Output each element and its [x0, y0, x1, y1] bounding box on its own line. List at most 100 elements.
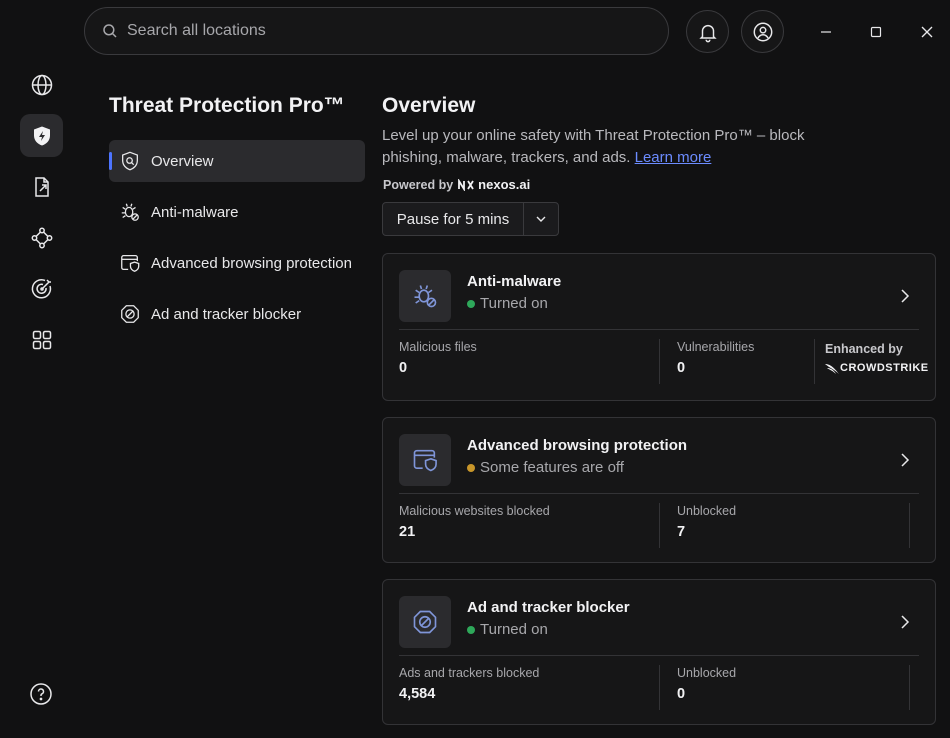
bell-icon [698, 24, 717, 42]
shield-bolt-icon [33, 126, 50, 145]
page-title: Overview [382, 94, 476, 117]
status-dot [467, 625, 475, 634]
card-icon-box [399, 434, 451, 486]
crowdstrike-logo: CROWDSTRIKE [825, 362, 929, 374]
crowdstrike-name: CROWDSTRIKE [840, 362, 929, 374]
search-icon [103, 24, 117, 38]
card-status: Turned on [467, 295, 548, 312]
stat-separator [659, 339, 660, 384]
card-icon-box [399, 270, 451, 322]
rail-item-apps[interactable] [20, 318, 63, 361]
shield-search-icon [122, 151, 138, 171]
falcon-icon [825, 364, 839, 374]
pause-control: Pause for 5 mins [382, 202, 559, 236]
chevron-right-icon [901, 289, 910, 303]
card-status-text: Some features are off [480, 459, 624, 476]
powered-by: Powered by nexos.ai [383, 177, 530, 192]
pause-dropdown-button[interactable] [524, 203, 558, 235]
status-dot [467, 463, 475, 472]
stat-unblocked: Unblocked 7 [677, 504, 736, 540]
nav-item-ad-blocker[interactable]: Ad and tracker blocker [109, 293, 365, 335]
minimize-button[interactable] [814, 20, 838, 44]
stat-label: Ads and trackers blocked [399, 666, 540, 680]
description-text: Level up your online safety with Threat … [382, 127, 805, 166]
nav-item-label: Anti-malware [151, 203, 239, 221]
nav-item-overview[interactable]: Overview [109, 140, 365, 182]
rail-item-file-share[interactable] [20, 165, 63, 208]
minimize-icon [821, 31, 831, 33]
nexos-logo-icon [458, 178, 474, 191]
nav-item-label: Ad and tracker blocker [151, 305, 302, 323]
help-icon[interactable] [29, 682, 53, 706]
card-status: Turned on [467, 621, 548, 638]
nexos-brand-name: nexos.ai [478, 177, 531, 192]
bug-icon [414, 285, 437, 308]
user-icon [753, 22, 772, 41]
ad-blocker-card[interactable]: Ad and tracker blocker Turned on Ads and… [382, 579, 936, 725]
target-icon [31, 278, 51, 299]
notifications-button[interactable] [686, 10, 729, 53]
nav-item-browsing-protection[interactable]: Advanced browsing protection [109, 242, 365, 284]
nav-item-anti-malware[interactable]: Anti-malware [109, 191, 365, 233]
stat-ads-blocked: Ads and trackers blocked 4,584 [399, 666, 539, 702]
stat-label: Malicious files [399, 340, 477, 354]
learn-more-link[interactable]: Learn more [635, 149, 712, 166]
stat-label: Vulnerabilities [677, 340, 755, 354]
stat-label: Malicious websites blocked [399, 504, 550, 518]
nav-item-label: Overview [151, 152, 214, 170]
card-title: Anti-malware [467, 273, 562, 290]
rail-item-vpn[interactable] [20, 63, 63, 106]
anti-malware-card[interactable]: Anti-malware Turned on Malicious files 0… [382, 253, 936, 401]
powered-by-label: Powered by [383, 177, 454, 192]
card-title: Advanced browsing protection [467, 437, 688, 454]
status-dot [467, 299, 475, 308]
stat-value: 21 [399, 524, 416, 540]
nexos-brand: nexos.ai [457, 177, 530, 192]
search-bar[interactable] [84, 7, 669, 55]
stat-vulnerabilities: Vulnerabilities 0 [677, 340, 754, 376]
blocker-icon [121, 305, 139, 323]
maximize-button[interactable] [864, 20, 888, 44]
mesh-network-icon [31, 227, 52, 248]
stat-value: 0 [677, 686, 686, 702]
rail-item-threat-protection[interactable] [20, 114, 63, 157]
stat-malicious-websites: Malicious websites blocked 21 [399, 504, 550, 540]
stat-label: Unblocked [677, 504, 737, 518]
bug-icon [121, 203, 139, 221]
browsing-protection-card[interactable]: Advanced browsing protection Some featur… [382, 417, 936, 563]
rail-item-dark-web-monitor[interactable] [20, 267, 63, 310]
stat-separator [909, 503, 910, 548]
stat-separator [909, 665, 910, 710]
card-status-text: Turned on [480, 295, 548, 312]
stat-label: Unblocked [677, 666, 737, 680]
stat-value: 4,584 [399, 686, 436, 702]
chevron-right-icon [901, 453, 910, 467]
card-title: Ad and tracker blocker [467, 599, 630, 616]
close-icon [921, 26, 933, 38]
search-input[interactable] [127, 22, 627, 40]
stat-separator [814, 339, 815, 384]
section-title: Threat Protection Pro™ [109, 94, 345, 117]
chevron-right-icon [901, 615, 910, 629]
account-button[interactable] [741, 10, 784, 53]
browser-shield-icon [121, 255, 140, 272]
stat-separator [659, 503, 660, 548]
stat-unblocked: Unblocked 0 [677, 666, 736, 702]
stat-value: 0 [677, 360, 686, 376]
card-icon-box [399, 596, 451, 648]
card-status: Some features are off [467, 459, 624, 476]
close-button[interactable] [915, 20, 939, 44]
chevron-down-icon [536, 216, 546, 222]
stat-separator [659, 665, 660, 710]
stat-malicious-files: Malicious files 0 [399, 340, 477, 376]
stat-value: 0 [399, 360, 408, 376]
globe-icon [31, 74, 52, 95]
apps-grid-icon [32, 330, 51, 349]
card-divider [399, 493, 919, 494]
pause-button[interactable]: Pause for 5 mins [383, 203, 524, 235]
enhanced-by: Enhanced by CROWDSTRIKE [825, 342, 929, 374]
rail-item-meshnet[interactable] [20, 216, 63, 259]
card-divider [399, 655, 919, 656]
maximize-icon [870, 26, 882, 38]
card-divider [399, 329, 919, 330]
